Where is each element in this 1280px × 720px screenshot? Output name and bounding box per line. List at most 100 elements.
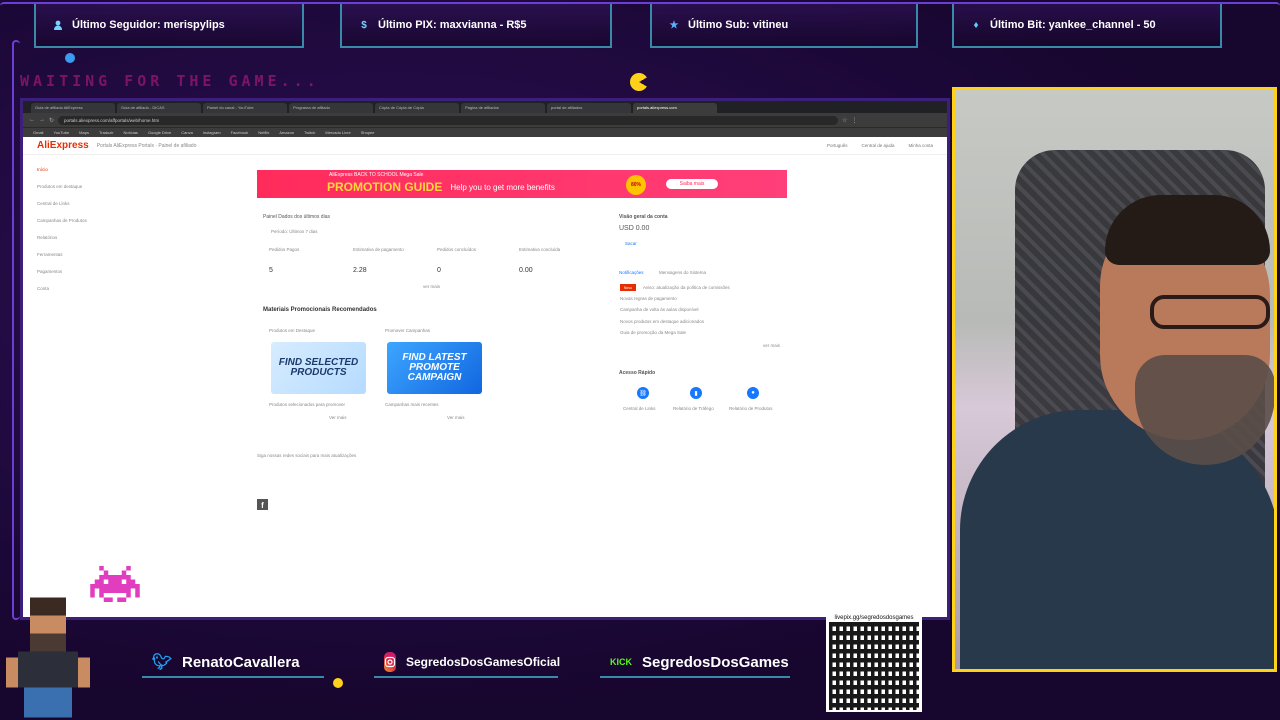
new-tag: Novo	[620, 284, 636, 291]
back-icon[interactable]: ←	[29, 117, 35, 123]
bookmark-item[interactable]: Shopee	[361, 130, 375, 135]
sidebar-item[interactable]: Ferramentas	[37, 252, 107, 269]
bar-chart-icon[interactable]: ▮	[690, 387, 702, 399]
panel-more-link[interactable]: ver mais	[423, 284, 440, 289]
metric-value: 0.00	[519, 267, 533, 274]
promo-brand: AliExpress BACK TO SCHOOL Mega Sale	[329, 172, 424, 178]
aliexpress-page: AliExpress Portals AliExpress Portals · …	[23, 137, 947, 617]
qr-code-panel[interactable]: livepix.gg/segredosdosgames	[826, 612, 922, 712]
bookmark-item[interactable]: Twitch	[304, 130, 315, 135]
notice-item[interactable]: Novos produtos em destaque adicionados	[620, 319, 704, 324]
notices-more-link[interactable]: ver mais	[763, 343, 780, 348]
find-selected-products-card[interactable]: FIND SELECTED PRODUCTS	[271, 342, 366, 394]
metric-label: Estimativa concluída	[519, 247, 561, 252]
promo-card-action[interactable]: Ver mais	[447, 415, 465, 420]
sidebar-item[interactable]: Produtos em destaque	[37, 184, 107, 201]
bookmark-item[interactable]: Maps	[79, 130, 89, 135]
balance-value: USD 0.00	[619, 225, 650, 232]
social-handle: RenatoCavallera	[182, 653, 300, 671]
user-icon	[52, 19, 64, 31]
find-latest-campaign-card[interactable]: FIND LATEST PROMOTE CAMPAIGN	[387, 342, 482, 394]
browser-tab[interactable]: Página de afiliados	[461, 103, 545, 113]
star-bookmark-icon[interactable]: ☆	[842, 117, 847, 124]
panel-filter[interactable]: Período: Últimos 7 dias	[271, 229, 318, 234]
diamond-icon: ♦	[973, 19, 979, 31]
account-link[interactable]: Minha conta	[908, 143, 933, 148]
bookmark-item[interactable]: Notícias	[123, 130, 137, 135]
tab-bar: Guia de afiliado AliExpress Guia de afil…	[23, 101, 947, 113]
decoration-dot	[333, 678, 343, 688]
bookmark-item[interactable]: Google Drive	[148, 130, 171, 135]
notice-tab[interactable]: Mensagens do Sistema	[659, 270, 706, 275]
qr-code-icon	[829, 622, 919, 710]
browser-tab[interactable]: Guia de afiliado AliExpress	[31, 103, 115, 113]
bookmark-item[interactable]: Canva	[181, 130, 193, 135]
bookmark-item[interactable]: YouTube	[53, 130, 69, 135]
language-link[interactable]: Português	[827, 143, 848, 148]
forward-icon[interactable]: →	[39, 117, 45, 123]
promotion-banner[interactable]: AliExpress BACK TO SCHOOL Mega Sale PROM…	[257, 170, 787, 198]
quick-access-label[interactable]: Central de Links	[623, 406, 656, 411]
bookmark-item[interactable]: Traduzir	[99, 130, 114, 135]
sidebar-item[interactable]: Pagamentos	[37, 269, 107, 286]
bookmark-item[interactable]: Instagram	[203, 130, 221, 135]
circle-icon[interactable]: ●	[747, 387, 759, 399]
sidebar-item[interactable]: Início	[37, 167, 107, 184]
browser-tab[interactable]: Cópia de Cópia de Cópia	[375, 103, 459, 113]
metric-label: Pedidos concluídos	[437, 247, 477, 252]
sidebar-item[interactable]: Campanhas de Produtos	[37, 218, 107, 235]
header-links: Português Central de ajuda Minha conta	[827, 143, 933, 148]
quick-access-title: Acesso Rápido	[619, 370, 656, 376]
sidebar-nav: Início Produtos em destaque Central de L…	[37, 167, 107, 303]
browser-tab-active[interactable]: portals.aliexpress.com	[633, 103, 717, 113]
bookmark-item[interactable]: Netflix	[258, 130, 269, 135]
waiting-text: WAITING FOR THE GAME...	[20, 72, 320, 90]
metric-label: Estimativa de pagamento	[353, 247, 404, 252]
link-icon[interactable]: ⛓	[637, 387, 649, 399]
social-footer-text: Siga nossas redes sociais para mais atua…	[257, 453, 357, 458]
notice-item[interactable]: Guia de promoção da Mega Sale	[620, 330, 686, 335]
promo-card-caption: Campanhas mais recentes	[385, 402, 439, 407]
ticker-text: Último PIX: maxvianna - R$5	[378, 19, 527, 31]
help-link[interactable]: Central de ajuda	[861, 143, 894, 148]
sidebar-item[interactable]: Conta	[37, 286, 107, 303]
star-icon: ★	[669, 19, 679, 31]
quick-access-label[interactable]: Relatório de Produtos	[729, 406, 773, 411]
bookmark-item[interactable]: Facebook	[231, 130, 249, 135]
instagram-icon	[384, 652, 396, 672]
notice-tab-active[interactable]: Notificações	[619, 270, 644, 275]
social-kick: KICK SegredosDosGames	[600, 648, 790, 678]
notice-item[interactable]: Aviso: atualização da política de comiss…	[643, 285, 730, 290]
promotions-title: Materiais Promocionais Recomendados	[263, 307, 377, 313]
bookmark-item[interactable]: Amazon	[279, 130, 294, 135]
notice-item[interactable]: Novas regras de pagamento	[620, 296, 677, 301]
bookmark-item[interactable]: Mercado Livre	[325, 130, 350, 135]
metric-value: 0	[437, 267, 441, 274]
bookmark-item[interactable]: Gmail	[33, 130, 43, 135]
metric-value: 5	[269, 267, 273, 274]
browser-tab[interactable]: Painel do canal - YouTube	[203, 103, 287, 113]
sidebar-item[interactable]: Relatórios	[37, 235, 107, 252]
sidebar-item[interactable]: Central de Links	[37, 201, 107, 218]
ticker-text: Último Sub: vitineu	[688, 19, 789, 31]
promo-card-caption: Produtos selecionados para promover	[269, 402, 346, 407]
facebook-icon[interactable]: f	[257, 499, 268, 510]
promo-card-action[interactable]: Ver mais	[329, 415, 347, 420]
ticker-last-pix: $ Último PIX: maxvianna - R$5	[340, 4, 612, 48]
promo-button[interactable]: Saiba mais	[666, 179, 718, 189]
withdraw-link[interactable]: Sacar	[625, 241, 637, 246]
browser-tab[interactable]: Programa de afiliado	[289, 103, 373, 113]
url-field[interactable]: portals.aliexpress.com/affportals/web/ho…	[58, 115, 839, 125]
notice-item[interactable]: Campanha de volta às aulas disponível	[620, 307, 699, 312]
reload-icon[interactable]: ↻	[49, 117, 54, 124]
aliexpress-logo[interactable]: AliExpress	[37, 140, 89, 151]
ticker-last-bit: ♦ Último Bit: yankee_channel - 50	[952, 4, 1222, 48]
quick-access-label[interactable]: Relatório de Tráfego	[673, 406, 714, 411]
browser-tab[interactable]: Guia de afiliado - DICAS	[117, 103, 201, 113]
browser-tab[interactable]: portal de afiliados	[547, 103, 631, 113]
bookmarks-bar: Gmail YouTube Maps Traduzir Notícias Goo…	[23, 127, 947, 137]
promo-title: PROMOTION GUIDE	[327, 180, 443, 194]
panel-title: Painel Dados dos últimos dias	[263, 214, 330, 220]
menu-icon[interactable]: ⋮	[851, 117, 857, 124]
portal-subtitle: Portals AliExpress Portals · Painel de a…	[96, 142, 197, 149]
